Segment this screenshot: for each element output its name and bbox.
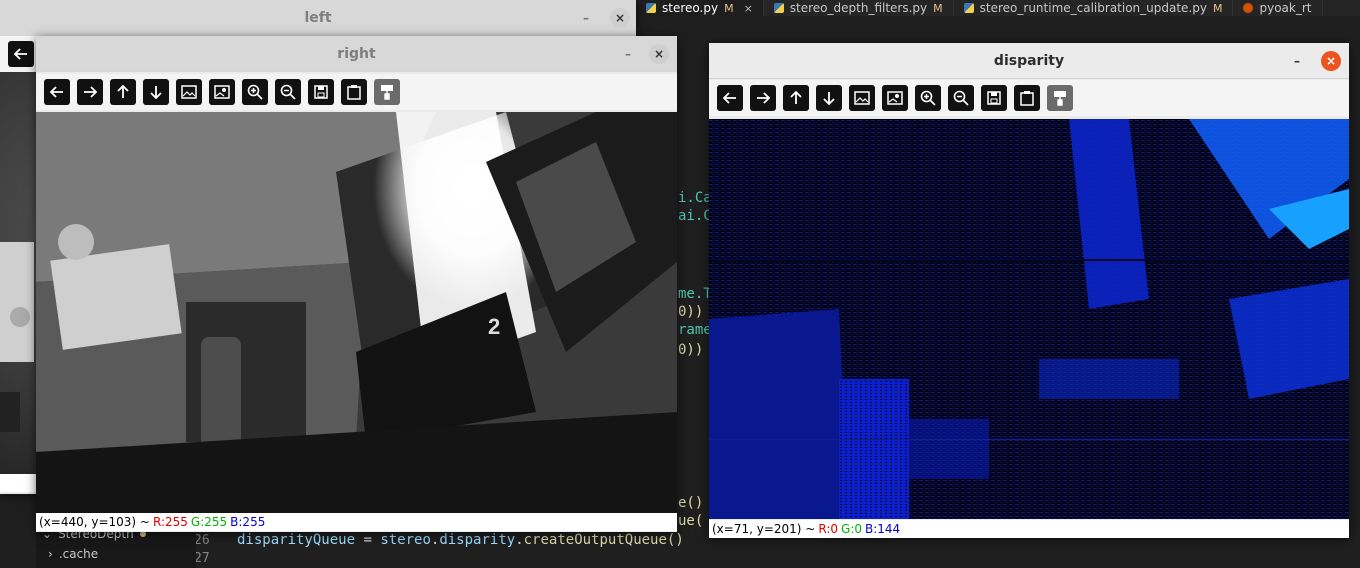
zoom-out-icon[interactable] — [948, 85, 974, 111]
red-value: R:255 — [152, 515, 188, 529]
code-fragment: i.Ca — [678, 190, 712, 206]
blue-value: B:144 — [865, 522, 901, 536]
minimize-button[interactable]: – — [618, 44, 638, 64]
tab-pyoak-rt[interactable]: pyoak_rt — [1233, 0, 1323, 16]
paint-roller-icon[interactable] — [1047, 85, 1073, 111]
arrow-left-icon[interactable] — [44, 79, 70, 105]
python-file-icon — [646, 3, 656, 13]
code-fragment: e() — [678, 495, 704, 511]
disparity-window[interactable]: disparity – × (x=71, y=201) ~ R:0 G:0 B:… — [709, 43, 1349, 538]
image-toolbar — [36, 74, 677, 110]
close-button[interactable]: × — [610, 8, 630, 28]
code-token: () — [666, 532, 684, 548]
disparity-status-bar: (x=71, y=201) ~ R:0 G:0 B:144 — [709, 520, 1349, 538]
save-icon[interactable] — [981, 85, 1007, 111]
right-status-bar: (x=440, y=103) ~ R:255 G:255 B:255 — [36, 513, 677, 531]
code-fragment: ai.C — [678, 208, 712, 224]
window-title: right — [337, 45, 376, 62]
tab-stereo-runtime-calibration-update-py[interactable]: stereo_runtime_calibration_update.py M — [954, 0, 1234, 16]
zoom-in-icon[interactable] — [915, 85, 941, 111]
code-line-26[interactable]: disparityQueue = stereo.disparity.create… — [237, 532, 684, 548]
code-fragment: ue( — [678, 513, 704, 529]
image-toolbar — [709, 80, 1349, 116]
line-number: 27 — [194, 551, 210, 566]
rust-file-icon — [1243, 3, 1254, 13]
pixel-coordinates: (x=440, y=103) ~ — [39, 515, 150, 529]
clipboard-icon[interactable] — [341, 79, 367, 105]
clipboard-icon[interactable] — [1014, 85, 1040, 111]
minimize-button[interactable]: – — [1287, 51, 1307, 71]
modified-badge: M — [1212, 1, 1223, 15]
close-icon[interactable]: × — [744, 2, 753, 15]
image-properties-icon[interactable] — [882, 85, 908, 111]
zoom-out-icon[interactable] — [275, 79, 301, 105]
arrow-down-icon[interactable] — [816, 85, 842, 111]
line-number: 26 — [194, 533, 210, 548]
zoom-in-icon[interactable] — [242, 79, 268, 105]
arrow-down-icon[interactable] — [143, 79, 169, 105]
code-token: disparity — [439, 532, 516, 548]
modified-badge: M — [933, 1, 943, 15]
green-value: G:255 — [190, 515, 228, 529]
green-value: G:0 — [841, 522, 862, 536]
window-title: disparity — [993, 52, 1065, 69]
tab-label: stereo.py — [662, 1, 719, 15]
arrow-right-icon[interactable] — [750, 85, 776, 111]
pixel-coordinates: (x=71, y=201) ~ — [712, 522, 816, 536]
window-titlebar[interactable]: disparity – × — [709, 43, 1349, 79]
window-titlebar[interactable]: right – × — [36, 36, 677, 72]
explorer-folder-cache[interactable]: › .cache — [36, 544, 196, 564]
python-file-icon — [773, 3, 784, 13]
close-button[interactable]: × — [1321, 51, 1341, 71]
window-title: left — [304, 9, 332, 26]
arrow-up-icon[interactable] — [110, 79, 136, 105]
arrow-left-icon[interactable] — [8, 41, 34, 67]
code-fragment: me.T — [678, 286, 712, 302]
chevron-right-icon: › — [48, 547, 53, 561]
code-token: . — [515, 532, 524, 548]
image-icon[interactable] — [176, 79, 202, 105]
arrow-left-icon[interactable] — [717, 85, 743, 111]
save-icon[interactable] — [308, 79, 334, 105]
code-token: = — [355, 532, 381, 548]
image-icon[interactable] — [849, 85, 875, 111]
arrow-right-icon[interactable] — [77, 79, 103, 105]
modified-badge: M — [724, 1, 734, 15]
minimize-button[interactable]: – — [576, 8, 596, 28]
red-value: R:0 — [818, 522, 839, 536]
tab-label: stereo_runtime_calibration_update.py — [979, 1, 1207, 15]
close-button[interactable]: × — [649, 44, 669, 64]
tab-label: pyoak_rt — [1259, 1, 1312, 15]
right-window[interactable]: right – × 2 (x=440, y=103) ~ R:255 G:255… — [36, 36, 677, 532]
code-token: createOutputQueue — [523, 532, 667, 548]
tab-label: stereo_depth_filters.py — [789, 1, 928, 15]
code-token: disparityQueue — [237, 532, 356, 548]
blue-value: B:255 — [230, 515, 266, 529]
image-properties-icon[interactable] — [209, 79, 235, 105]
python-file-icon — [963, 3, 974, 13]
code-fragment: 0)) — [678, 342, 704, 358]
paint-roller-icon[interactable] — [374, 79, 400, 105]
arrow-up-icon[interactable] — [783, 85, 809, 111]
tab-stereo-depth-filters-py[interactable]: stereo_depth_filters.py M — [764, 0, 954, 16]
window-titlebar[interactable]: left – × — [0, 0, 636, 36]
code-fragment: 0)) — [678, 304, 704, 320]
tab-stereo-py[interactable]: stereo.py M × — [636, 0, 764, 16]
right-camera-view[interactable]: 2 — [36, 112, 677, 513]
folder-label: .cache — [58, 547, 99, 561]
editor-tab-bar: stereo.py M × stereo_depth_filters.py M … — [636, 0, 1360, 16]
code-fragment: rame — [678, 322, 712, 338]
code-token: stereo — [380, 532, 431, 548]
disparity-map-view[interactable] — [709, 119, 1349, 519]
svg-text:2: 2 — [488, 314, 500, 339]
